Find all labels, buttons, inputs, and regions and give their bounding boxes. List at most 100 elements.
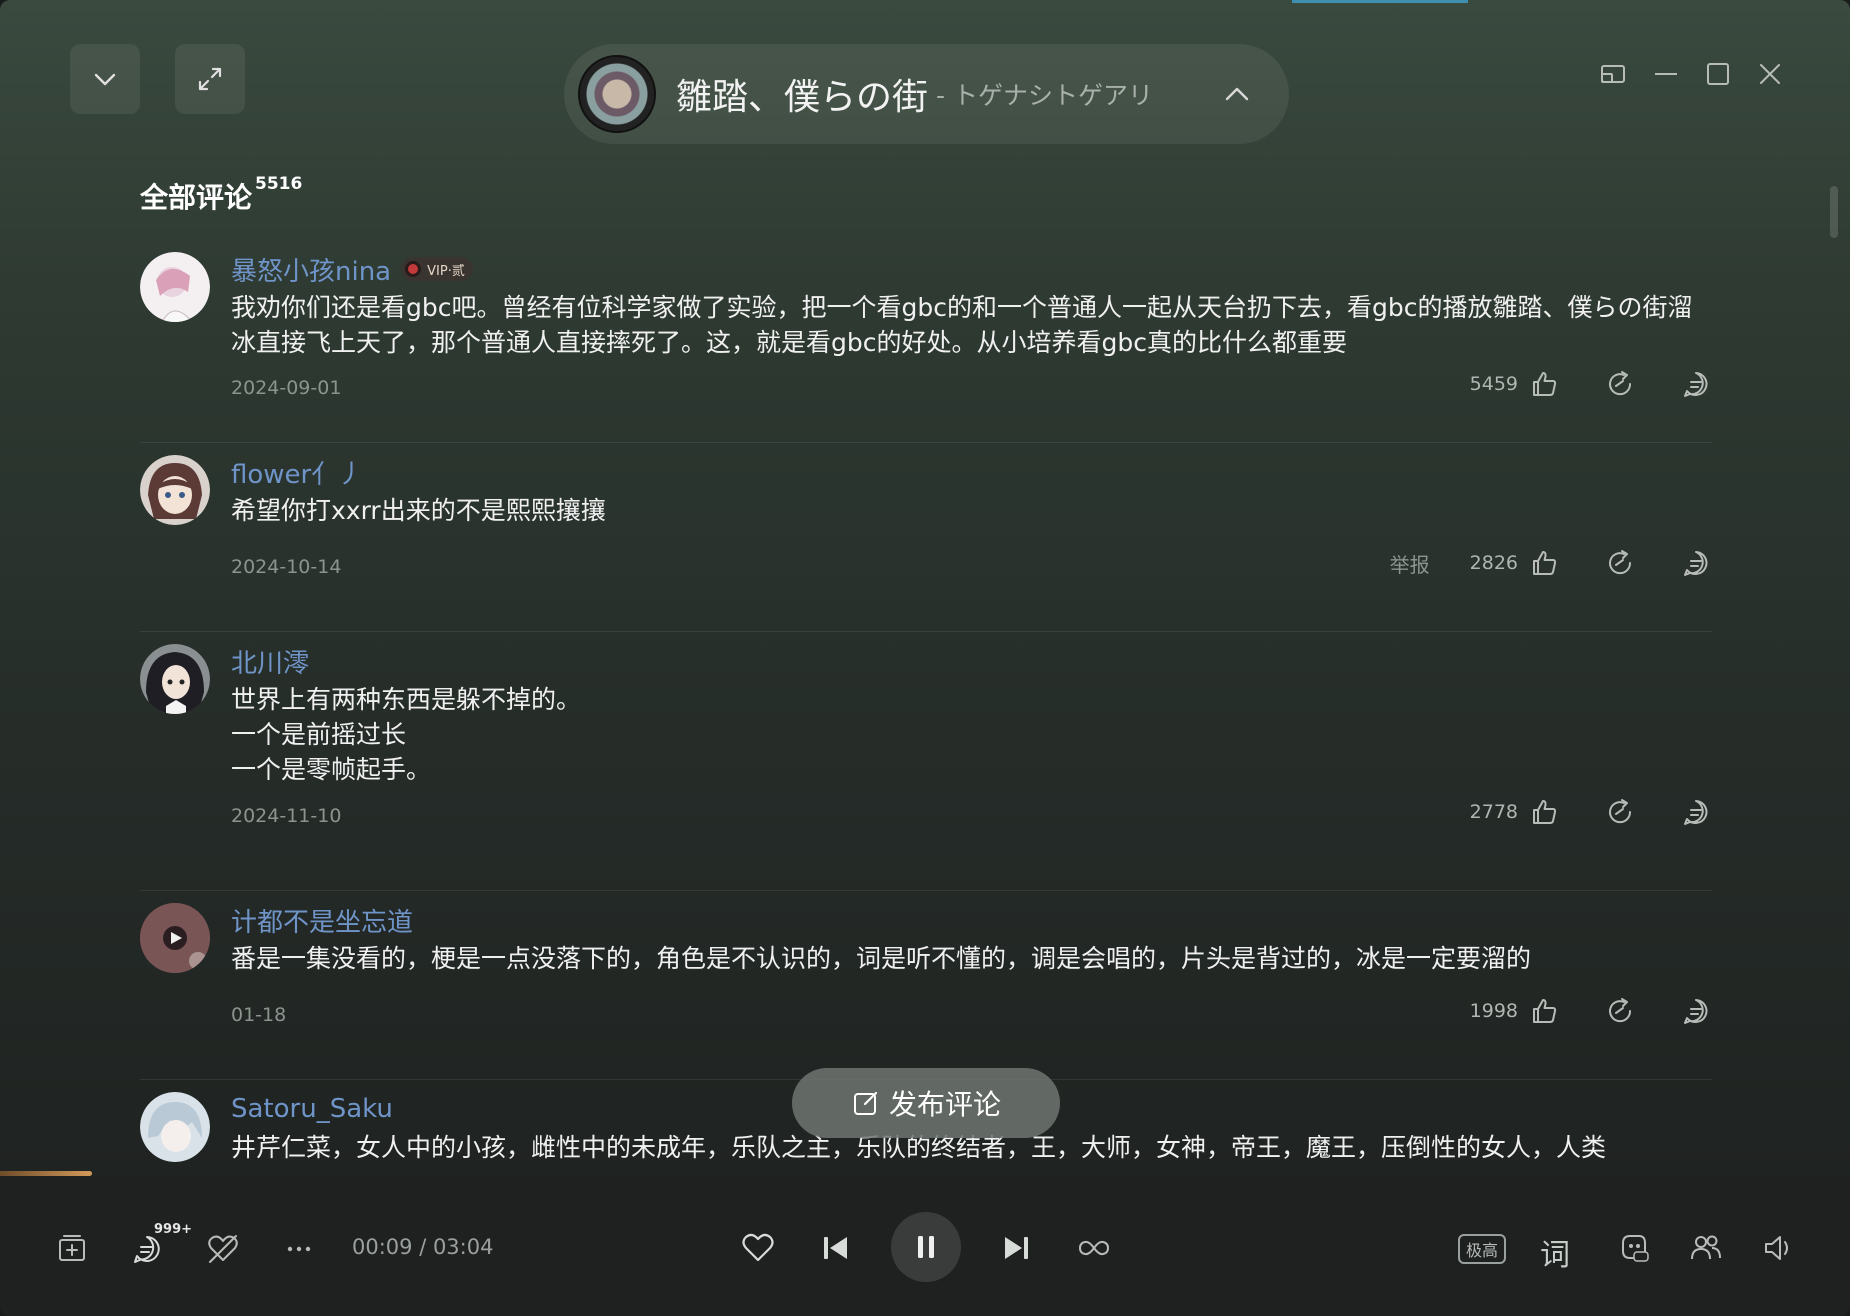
users-icon — [1691, 1235, 1721, 1260]
pause-icon — [918, 1236, 934, 1258]
scrollbar-thumb[interactable] — [1830, 186, 1838, 238]
pause-button[interactable] — [891, 1212, 961, 1282]
like-button[interactable] — [1528, 796, 1560, 828]
loop-mode-button[interactable] — [1074, 1228, 1114, 1268]
dislike-button[interactable] — [204, 1230, 242, 1268]
like-count: 2778 — [1469, 801, 1518, 823]
comment-username[interactable]: 暴怒小孩nina — [231, 251, 391, 288]
comment-text: 我劝你们还是看gbc吧。曾经有位科学家做了实验，把一个看gbc的和一个普通人一起… — [231, 293, 1693, 357]
comment-item: flower亻丿 希望你打xxrr出来的不是熙熙攘攘 2024-10-14 举报… — [140, 443, 1712, 632]
quality-selector[interactable]: 极高 — [1458, 1234, 1506, 1264]
reply-button[interactable] — [1680, 547, 1712, 579]
listen-together-button[interactable] — [1686, 1228, 1726, 1268]
share-button[interactable] — [1604, 796, 1636, 828]
chevron-down-icon — [94, 73, 116, 86]
comment-username[interactable]: flower亻丿 — [231, 454, 363, 491]
comment-username[interactable]: 北川澪 — [231, 643, 309, 680]
avatar[interactable] — [140, 1092, 210, 1162]
vip-label: VIP·贰 — [427, 263, 465, 279]
reply-button[interactable] — [1680, 796, 1712, 828]
comment-icon — [134, 1236, 160, 1263]
comment-username[interactable]: 计都不是坐忘道 — [231, 902, 413, 939]
previous-button[interactable] — [815, 1228, 855, 1268]
comment-actions: 1998 — [1470, 995, 1712, 1027]
comment-date: 01-18 — [231, 1004, 287, 1026]
comment-date: 2024-09-01 — [231, 377, 342, 399]
playback-time: 00:09 / 03:04 — [352, 1235, 494, 1259]
like-button[interactable] — [1528, 547, 1560, 579]
comments-title: 全部评论 — [140, 181, 253, 214]
fullscreen-button[interactable] — [175, 44, 245, 114]
thumbs-up-icon — [1533, 551, 1557, 575]
share-button[interactable] — [1604, 547, 1636, 579]
sound-effect-icon — [1622, 1235, 1649, 1262]
report-link[interactable]: 举报 — [1390, 549, 1430, 578]
share-icon — [1609, 550, 1632, 575]
avatar[interactable] — [140, 252, 210, 322]
volume-icon — [1765, 1236, 1788, 1260]
close-button[interactable] — [1752, 56, 1788, 92]
player-window: 雛踏、僕らの街 - トゲナシトゲアリ 全部评论 5516 暴怒小孩nina VIP… — [0, 0, 1850, 1316]
comment-text: 番是一集没看的，梗是一点没落下的，角色是不认识的，词是听不懂的，调是会唱的，片头… — [231, 944, 1532, 973]
expand-icon — [198, 67, 222, 91]
collapse-button[interactable] — [70, 44, 140, 114]
skip-previous-icon — [824, 1237, 847, 1259]
song-artist: - トゲナシトゲアリ — [936, 81, 1153, 110]
like-button[interactable] — [1528, 368, 1560, 400]
now-playing-pill[interactable]: 雛踏、僕らの街 - トゲナシトゲアリ — [564, 44, 1289, 144]
edit-icon — [853, 1091, 878, 1115]
playlist-add-icon — [59, 1235, 85, 1261]
song-title: 雛踏、僕らの街 — [676, 77, 929, 118]
maximize-button[interactable] — [1700, 56, 1736, 92]
share-icon — [1609, 371, 1632, 396]
heart-icon — [742, 1233, 774, 1262]
reply-button[interactable] — [1680, 995, 1712, 1027]
chevron-up-icon[interactable] — [1221, 78, 1253, 110]
add-to-playlist-button[interactable] — [54, 1230, 90, 1266]
effects-button[interactable] — [1614, 1228, 1654, 1268]
close-icon — [1760, 64, 1780, 84]
thumbs-up-icon — [1533, 800, 1557, 824]
thumbs-up-icon — [1533, 372, 1557, 396]
mini-mode-button[interactable] — [1595, 56, 1631, 92]
comment-actions: 2778 — [1470, 796, 1712, 828]
comment-date: 2024-10-14 — [231, 556, 342, 578]
minimize-button[interactable] — [1648, 56, 1684, 92]
more-button[interactable] — [280, 1230, 318, 1268]
comment-text: 世界上有两种东西是躲不掉的。 一个是前摇过长 一个是零帧起手。 — [231, 685, 582, 784]
like-button[interactable] — [1528, 995, 1560, 1027]
comment-actions: 举报 2826 — [1390, 547, 1712, 579]
publish-comment-label: 发布评论 — [888, 1088, 1001, 1121]
comment-icon — [1684, 999, 1708, 1024]
comment-icon — [1684, 800, 1708, 825]
comment-text: 希望你打xxrr出来的不是熙熙攘攘 — [231, 496, 606, 525]
avatar[interactable] — [140, 903, 210, 973]
like-song-button[interactable] — [738, 1228, 778, 1268]
publish-comment-button[interactable]: 发布评论 — [792, 1068, 1060, 1138]
top-accent-bar — [1292, 0, 1468, 3]
vip-badge: VIP·贰 — [401, 257, 473, 281]
next-button[interactable] — [997, 1228, 1037, 1268]
avatar[interactable] — [140, 644, 210, 714]
share-button[interactable] — [1604, 995, 1636, 1027]
share-icon — [1609, 799, 1632, 824]
comments-count: 5516 — [255, 173, 303, 194]
comment-actions: 5459 — [1470, 368, 1712, 400]
share-button[interactable] — [1604, 368, 1636, 400]
album-cover — [578, 55, 656, 133]
avatar[interactable] — [140, 455, 210, 525]
comment-date: 2024-11-10 — [231, 805, 342, 827]
heart-broken-icon — [208, 1235, 238, 1263]
maximize-icon — [1707, 63, 1729, 85]
lyrics-button[interactable]: 词 — [1540, 1230, 1570, 1274]
infinity-loop-icon — [1078, 1240, 1110, 1256]
comment-count-badge: 999+ — [154, 1222, 193, 1237]
volume-button[interactable] — [1758, 1228, 1798, 1268]
like-count: 2826 — [1469, 552, 1518, 574]
comment-username[interactable]: Satoru_Saku — [231, 1094, 393, 1124]
comment-list: 暴怒小孩nina VIP·贰 我劝你们还是看gbc吧。曾经有位科学家做了实验，把… — [140, 240, 1712, 1176]
more-icon — [287, 1246, 311, 1252]
reply-button[interactable] — [1680, 368, 1712, 400]
comments-header: 全部评论 5516 — [140, 173, 303, 216]
mini-player-icon — [1601, 65, 1625, 83]
